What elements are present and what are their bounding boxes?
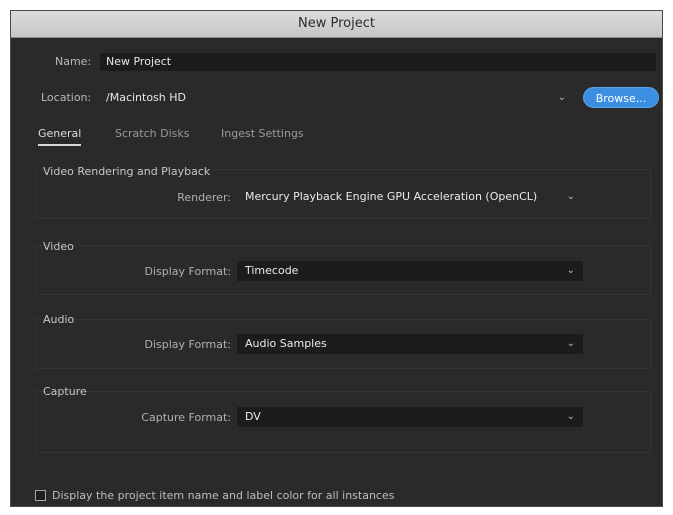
- capture-format-label: Capture Format:: [141, 411, 231, 424]
- capture-title: Capture: [43, 385, 87, 398]
- chevron-down-icon: ⌄: [566, 338, 575, 349]
- audio-display-format-select[interactable]: Audio Samples ⌄: [237, 334, 583, 354]
- location-label: Location:: [41, 91, 92, 104]
- checkbox-icon[interactable]: [35, 490, 46, 501]
- location-select[interactable]: /Macintosh HD ⌄: [100, 89, 574, 107]
- name-row: Name: New Project: [11, 51, 662, 73]
- renderer-value: Mercury Playback Engine GPU Acceleration…: [245, 190, 538, 203]
- capture-format-select[interactable]: DV ⌄: [237, 407, 583, 427]
- video-display-format-select[interactable]: Timecode ⌄: [237, 261, 583, 281]
- location-value: /Macintosh HD: [106, 91, 186, 104]
- tab-general[interactable]: General: [38, 127, 82, 146]
- video-title: Video: [43, 240, 74, 253]
- chevron-down-icon: ⌄: [566, 411, 575, 422]
- video-display-format-value: Timecode: [245, 264, 299, 277]
- capture-format-value: DV: [245, 410, 261, 423]
- display-label-checkbox-label: Display the project item name and label …: [52, 489, 395, 502]
- tab-scratch-disks[interactable]: Scratch Disks: [115, 127, 189, 144]
- chevron-down-icon: ⌄: [566, 265, 575, 276]
- browse-button[interactable]: Browse...: [583, 87, 659, 108]
- location-row: Location: /Macintosh HD ⌄ Browse...: [11, 85, 662, 109]
- window-title: New Project: [11, 11, 662, 38]
- chevron-down-icon: ⌄: [566, 191, 575, 202]
- renderer-select[interactable]: Mercury Playback Engine GPU Acceleration…: [237, 187, 583, 207]
- audio-display-format-value: Audio Samples: [245, 337, 327, 350]
- chevron-down-icon: ⌄: [557, 92, 566, 103]
- video-display-format-label: Display Format:: [144, 265, 231, 278]
- tab-bar: General Scratch Disks Ingest Settings: [25, 123, 650, 149]
- audio-display-format-label: Display Format:: [144, 338, 231, 351]
- renderer-label: Renderer:: [177, 191, 231, 204]
- name-label: Name:: [55, 55, 92, 68]
- new-project-dialog: New Project Name: New Project Location: …: [10, 10, 663, 507]
- video-rendering-title: Video Rendering and Playback: [43, 165, 211, 178]
- tab-ingest-settings[interactable]: Ingest Settings: [221, 127, 304, 144]
- audio-title: Audio: [43, 313, 75, 326]
- name-input[interactable]: New Project: [100, 53, 656, 71]
